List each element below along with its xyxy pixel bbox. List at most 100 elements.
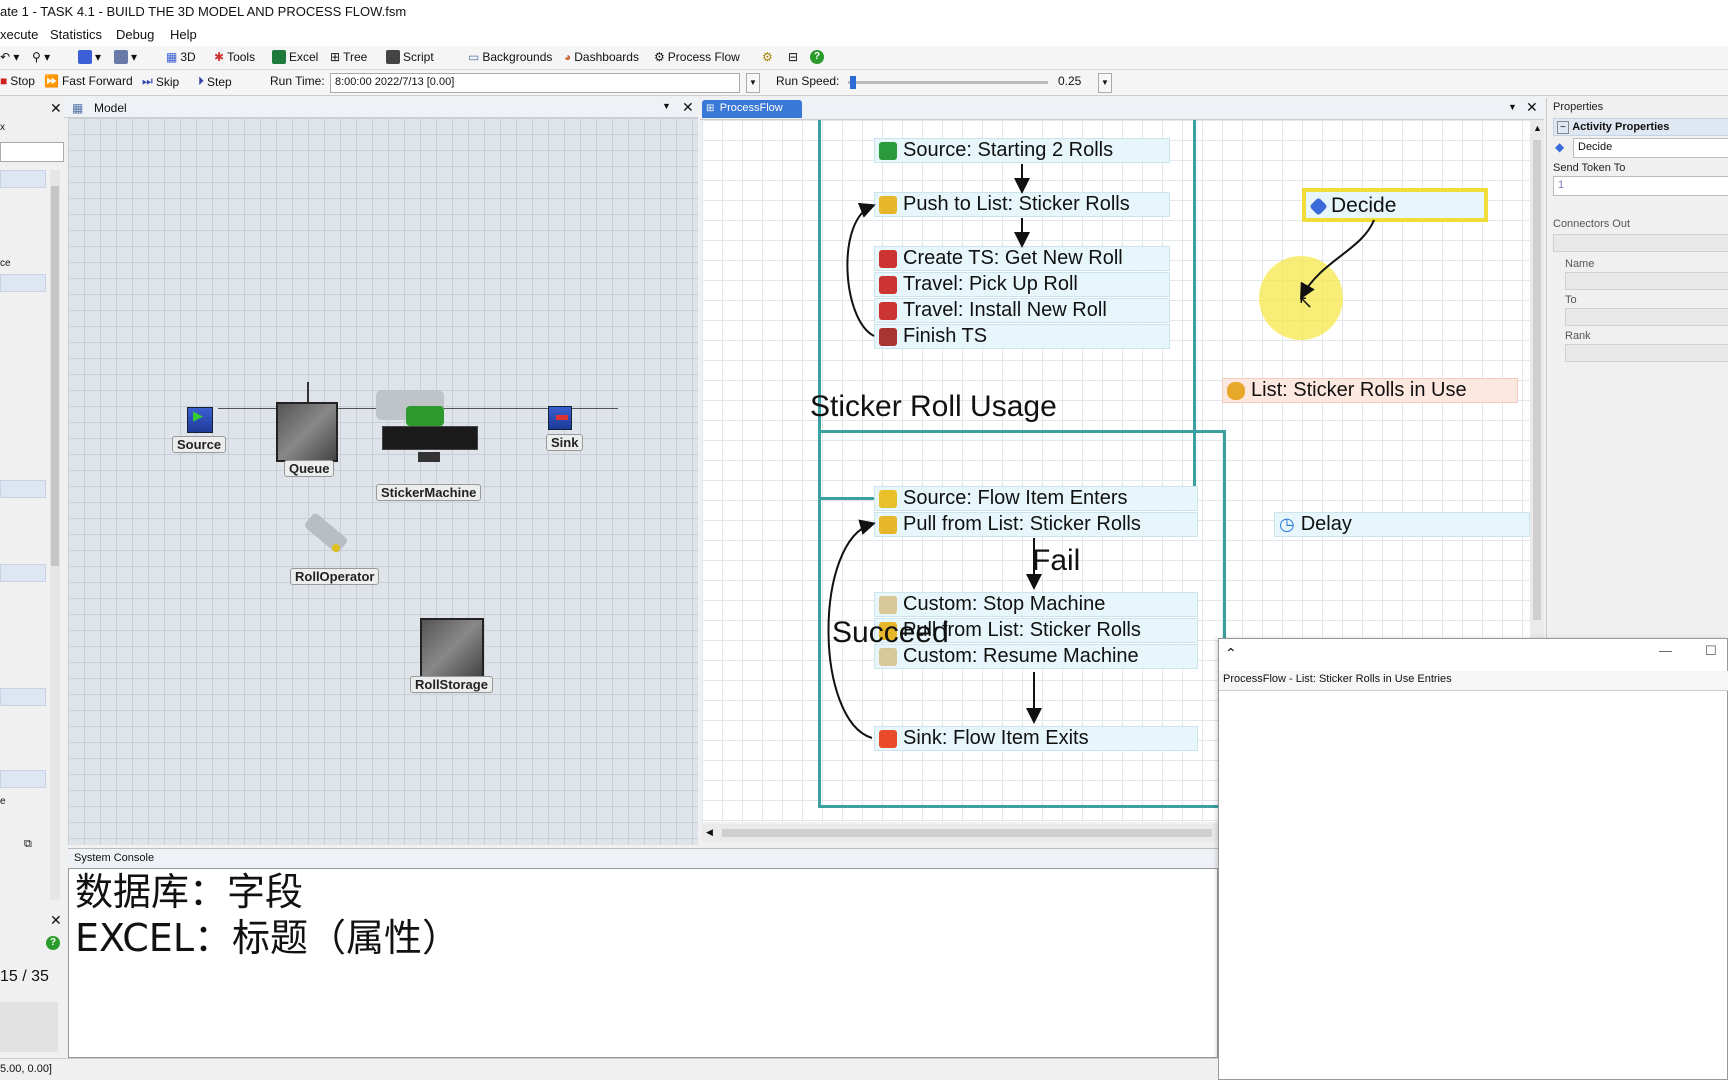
connector-rank-field[interactable] — [1565, 344, 1728, 362]
menu-debug[interactable]: Debug — [116, 27, 154, 42]
run-speed-value: 0.25 — [1058, 74, 1082, 88]
color-icon[interactable]: ▾ — [78, 50, 101, 64]
close-icon[interactable]: ✕ — [50, 912, 62, 929]
restore-icon[interactable]: ⧉ — [24, 838, 32, 851]
minimize-button[interactable]: — — [1659, 643, 1672, 658]
collapse-icon[interactable]: − — [1557, 121, 1569, 134]
tab-system-console[interactable]: System Console — [74, 852, 154, 864]
list-entries-window[interactable]: ⌃ — ☐ ProcessFlow - List: Sticker Rolls … — [1218, 638, 1728, 1080]
stop-icon — [556, 415, 568, 420]
fast-forward-button[interactable]: ⏩ Fast Forward — [44, 74, 133, 88]
console-tab-bar: System Console — [68, 848, 1218, 868]
activity-properties-section[interactable]: − Activity Properties — [1553, 118, 1728, 136]
library-item[interactable] — [0, 480, 46, 498]
model-tab-bar: ▦ Model ▼ ✕ — [64, 98, 698, 118]
tab-processflow[interactable]: ⊞ ProcessFlow — [702, 100, 802, 118]
list-entries-header: ProcessFlow - List: Sticker Rolls in Use… — [1219, 671, 1728, 691]
library-item[interactable] — [0, 274, 46, 292]
tools-icon: ✱ — [214, 50, 225, 64]
console-line: 数据库：字段 — [75, 870, 304, 914]
library-item[interactable] — [0, 688, 46, 706]
queue-object[interactable] — [276, 402, 338, 462]
toolbar-3d[interactable]: ▦ 3D — [166, 50, 196, 64]
help-icon[interactable]: ? — [46, 936, 60, 950]
roll-storage-label: RollStorage — [410, 676, 493, 693]
chevron-down-icon[interactable]: ▼ — [1508, 102, 1517, 112]
run-speed-dropdown[interactable]: ▼ — [1098, 73, 1112, 93]
status-bar: 5.00, 0.00] — [0, 1058, 1218, 1080]
library-scrollbar[interactable] — [50, 170, 60, 900]
fast-forward-icon: ⏩ — [44, 74, 59, 88]
maximize-button[interactable]: ☐ — [1705, 643, 1717, 659]
run-time-field[interactable]: 8:00:00 2022/7/13 [0.00] — [330, 73, 740, 93]
send-token-field[interactable]: 1 — [1553, 176, 1728, 196]
close-icon[interactable]: ✕ — [682, 99, 694, 116]
window-icon: ⌃ — [1225, 645, 1237, 661]
toolbar-excel[interactable]: Excel — [272, 50, 318, 64]
run-speed-slider[interactable] — [848, 76, 1048, 89]
library-item[interactable] — [0, 564, 46, 582]
source-label: Source — [172, 436, 227, 453]
view-icon[interactable]: ▾ — [114, 50, 137, 64]
toolbar-tools[interactable]: ✱ Tools — [214, 50, 255, 64]
toolbar-process-flow[interactable]: ⚙ Process Flow — [654, 50, 740, 64]
toolbar-tree[interactable]: ⊞ Tree — [330, 50, 367, 64]
backgrounds-icon: ▭ — [468, 50, 480, 64]
close-icon[interactable]: ✕ — [50, 100, 62, 117]
page-counter: 15 / 35 — [0, 968, 49, 985]
undo-icon[interactable]: ↶ ▾ — [0, 50, 19, 64]
connector-line — [307, 382, 309, 402]
stop-button[interactable]: ■ Stop — [0, 74, 35, 88]
source-object[interactable]: ▶ — [187, 407, 213, 433]
properties-header: Properties — [1553, 101, 1604, 113]
mouse-cursor-icon: ↖ — [1298, 292, 1314, 312]
library-search-input[interactable] — [0, 142, 64, 162]
properties-panel: Properties − Activity Properties ◆ Decid… — [1546, 98, 1728, 638]
menu-help[interactable]: Help — [170, 27, 197, 42]
sink-object[interactable] — [548, 406, 572, 430]
machine-base — [418, 452, 440, 462]
menu-statistics[interactable]: Statistics — [50, 27, 102, 42]
machine-head — [406, 406, 444, 426]
connector-to-field[interactable] — [1565, 308, 1728, 326]
help-icon[interactable]: ? — [810, 50, 824, 64]
run-speed-thumb[interactable] — [849, 76, 856, 89]
roll-storage-object[interactable] — [420, 618, 484, 678]
roll-operator-object[interactable] — [303, 511, 349, 555]
run-speed-label: Run Speed: — [776, 74, 840, 88]
send-token-label: Send Token To — [1553, 162, 1626, 174]
activity-name-field[interactable]: Decide — [1573, 138, 1728, 158]
close-tab-icon[interactable]: x — [0, 122, 5, 133]
tab-model[interactable]: Model — [94, 101, 127, 115]
menu-bar: xecute Statistics Debug Help — [0, 26, 1728, 46]
processflow-hscrollbar[interactable]: ◀ — [702, 824, 1218, 842]
tree-view-icon[interactable]: ⊟ — [788, 50, 798, 64]
model-3d-view[interactable]: ▶ Source Queue StickerMachine Sink RollO… — [68, 118, 698, 845]
step-button[interactable]: ⏵ Step — [198, 74, 232, 89]
settings-icon[interactable]: ⚙ — [762, 50, 773, 64]
roll-operator-label: RollOperator — [290, 568, 380, 585]
run-time-dropdown[interactable]: ▼ — [746, 73, 760, 93]
processflow-vscrollbar[interactable]: ▲ — [1530, 120, 1544, 640]
library-label: ce — [0, 258, 11, 269]
close-icon[interactable]: ✕ — [1526, 99, 1538, 116]
sink-label: Sink — [546, 434, 584, 451]
toolbar-script[interactable]: Script — [386, 50, 434, 64]
grid-icon: ▦ — [166, 50, 178, 64]
toolbar-dashboards[interactable]: ◕ Dashboards — [564, 50, 639, 64]
step-icon: ⏵ — [198, 74, 205, 88]
skip-button[interactable]: ⏭ Skip — [142, 74, 179, 89]
system-console[interactable]: 数据库：字段 EXCEL：标题（属性） — [68, 868, 1218, 1058]
chevron-down-icon[interactable]: ▼ — [662, 101, 671, 111]
script-icon — [386, 50, 400, 64]
tree-icon: ⊞ — [330, 50, 341, 64]
library-item[interactable] — [0, 770, 46, 788]
connector-name-field[interactable] — [1565, 272, 1728, 290]
connect-icon[interactable]: ⚲ ▾ — [32, 50, 50, 64]
toolbar-backgrounds[interactable]: ▭ Backgrounds — [468, 50, 552, 64]
sticker-machine-object[interactable] — [382, 426, 478, 450]
library-item[interactable] — [0, 170, 46, 188]
connectors-out-list[interactable] — [1553, 234, 1728, 252]
menu-execute[interactable]: xecute — [0, 27, 38, 42]
connector-rank-label: Rank — [1565, 330, 1591, 342]
